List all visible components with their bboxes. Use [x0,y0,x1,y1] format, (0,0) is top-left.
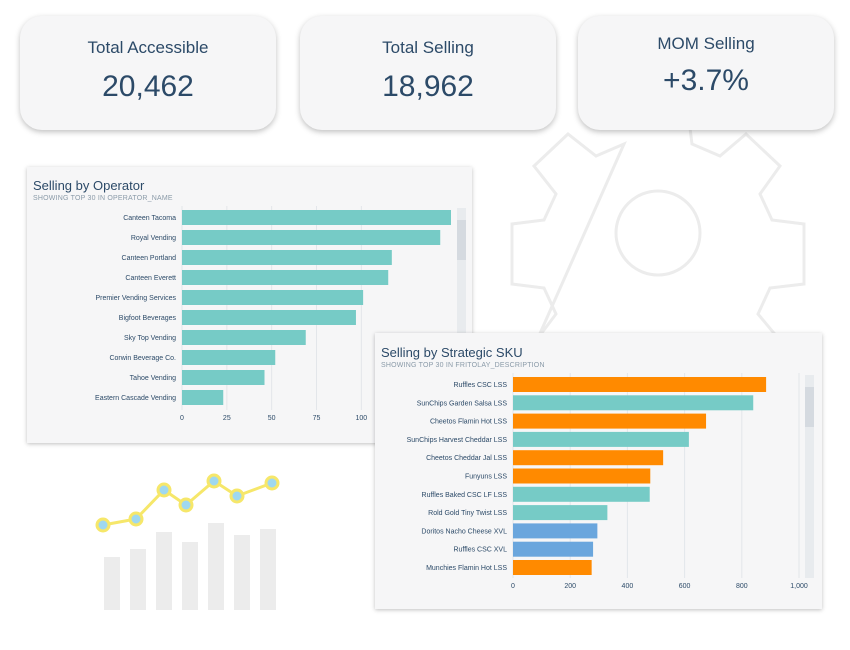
bar[interactable] [182,210,451,225]
kpi-card-total-accessible: Total Accessible 20,462 [20,16,276,130]
category-label: Ruffles CSC XVL [453,547,507,554]
kpi-value: 18,962 [382,70,474,103]
bar[interactable] [513,523,598,539]
category-label: Royal Vending [131,235,176,242]
decorative-chart-illustration [95,473,280,610]
kpi-title: Total Accessible [87,38,209,57]
decorative-bars [104,523,276,610]
bar[interactable] [513,450,664,466]
x-tick-label: 100 [355,415,367,422]
bar[interactable] [513,505,608,521]
bar[interactable] [513,395,754,411]
x-tick-label: 25 [223,415,231,422]
bar[interactable] [513,486,650,502]
category-label: Corwin Beverage Co. [109,355,176,362]
kpi-card-mom-selling: MOM Selling +3.7% [578,16,834,130]
bar[interactable] [182,250,392,265]
bar[interactable] [182,370,265,385]
kpi-value: +3.7% [663,64,749,97]
bar[interactable] [182,270,389,285]
category-label: Cheetos Cheddar Jal LSS [426,455,507,462]
category-label: Doritos Nacho Cheese XVL [421,528,507,535]
category-label: Cheetos Flamin Hot LSS [430,419,507,426]
category-label: Bigfoot Beverages [119,315,177,322]
category-label: SunChips Harvest Cheddar LSS [407,437,508,444]
bar[interactable] [182,390,224,405]
category-label: Funyuns LSS [465,474,507,481]
kpi-value: 20,462 [102,70,194,103]
bar[interactable] [513,413,707,429]
bar[interactable] [182,350,276,365]
bar[interactable] [182,290,364,305]
x-tick-label: 75 [313,415,321,422]
category-label: Tahoe Vending [130,375,176,382]
category-label: Eastern Cascade Vending [95,395,176,402]
category-label: Premier Vending Services [95,295,176,302]
category-label: Canteen Tacoma [123,215,176,222]
x-tick-label: 50 [268,415,276,422]
category-label: Sky Top Vending [124,335,176,342]
x-tick-label: 400 [622,583,634,590]
kpi-title: Total Selling [382,38,474,57]
x-tick-label: 800 [736,583,748,590]
bar[interactable] [513,541,594,557]
category-label: SunChips Garden Salsa LSS [417,400,508,407]
bar[interactable] [513,431,689,447]
category-label: Ruffles CSC LSS [453,382,507,389]
x-tick-label: 200 [564,583,576,590]
category-label: Ruffles Baked CSC LF LSS [422,492,508,499]
x-tick-label: 1,000 [790,583,808,590]
kpi-title: MOM Selling [657,34,755,53]
gear-icon [510,110,806,338]
category-label: Munchies Flamin Hot LSS [426,565,507,572]
scrollbar-thumb[interactable] [457,220,466,260]
bar[interactable] [182,230,441,245]
bar[interactable] [182,310,356,325]
scrollbar-thumb[interactable] [805,387,814,427]
x-tick-label: 0 [511,583,515,590]
bar[interactable] [513,377,767,392]
category-label: Rold Gold Tiny Twist LSS [428,510,507,517]
x-tick-label: 600 [679,583,691,590]
bar[interactable] [182,330,306,345]
bar-chart-sku: 0 200 400 600 800 1,000 Ruffles CSC LSS SunChip… [407,373,814,590]
bar[interactable] [513,560,592,575]
category-label: Canteen Everett [125,275,176,282]
x-tick-label: 0 [180,415,184,422]
chart-panel-selling-by-sku: Selling by Strategic SKU SHOWING TOP 30 … [375,333,822,609]
category-label: Canteen Portland [122,255,177,262]
bar[interactable] [513,468,651,484]
kpi-card-total-selling: Total Selling 18,962 [300,16,556,130]
